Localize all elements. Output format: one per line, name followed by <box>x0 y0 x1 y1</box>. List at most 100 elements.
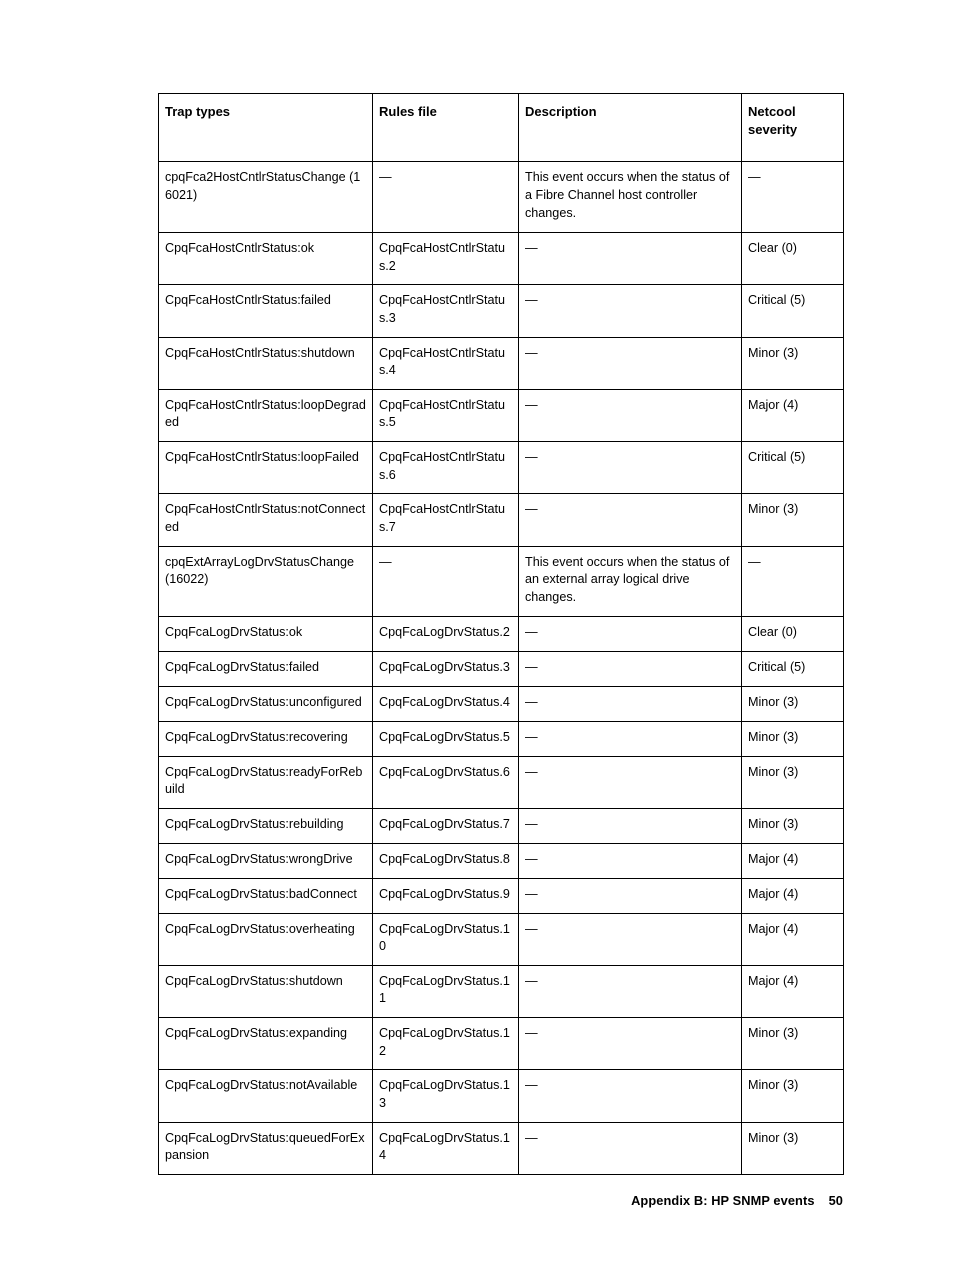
snmp-events-table: Trap types Rules file Description Netcoo… <box>158 92 844 1175</box>
cell-trap-type: CpqFcaLogDrvStatus:queuedForExpansion <box>158 1121 373 1175</box>
cell-trap-type: CpqFcaLogDrvStatus:failed <box>158 651 373 687</box>
cell-description: — <box>518 720 742 757</box>
cell-netcool-severity: Major (4) <box>741 842 844 879</box>
cell-description: — <box>518 877 742 914</box>
table-row: CpqFcaHostCntlrStatus:shutdown CpqFcaHost… <box>158 336 844 390</box>
cell-description: — <box>518 842 742 879</box>
cell-netcool-severity: Minor (3) <box>741 1069 844 1123</box>
table-row: CpqFcaLogDrvStatus:expanding CpqFcaLogDrv… <box>158 1016 844 1071</box>
table-row: cpqExtArrayLogDrvStatusChange (16022) — Th… <box>158 545 844 618</box>
table-row: CpqFcaHostCntlrStatus:loopDegraded CpqFca… <box>158 388 844 443</box>
cell-netcool-severity: Minor (3) <box>741 1016 844 1071</box>
table-row: CpqFcaLogDrvStatus:unconfigured CpqFcaLog… <box>158 685 844 722</box>
column-header-description: Description <box>518 92 742 163</box>
table-row: CpqFcaLogDrvStatus:failed CpqFcaLogDrvSta… <box>158 651 844 687</box>
cell-description: — <box>518 685 742 722</box>
cell-trap-type: CpqFcaLogDrvStatus:expanding <box>158 1016 373 1071</box>
table-header-row: Trap types Rules file Description Netcoo… <box>158 92 844 163</box>
cell-rules-file: CpqFcaLogDrvStatus.3 <box>372 651 519 687</box>
cell-trap-type: CpqFcaLogDrvStatus:readyForRebuild <box>158 755 373 809</box>
table-row: CpqFcaHostCntlrStatus:notConnected CpqFca… <box>158 493 844 547</box>
table-row: CpqFcaLogDrvStatus:recovering CpqFcaLogDr… <box>158 720 844 757</box>
cell-rules-file: CpqFcaHostCntlrStatus.5 <box>372 388 519 443</box>
table-body: cpqFca2HostCntlrStatusChange (16021) — Thi… <box>158 161 844 1175</box>
cell-netcool-severity: Major (4) <box>741 388 844 443</box>
cell-rules-file: CpqFcaHostCntlrStatus.3 <box>372 284 519 338</box>
cell-description: This event occurs when the status of an … <box>518 545 742 618</box>
table-row: CpqFcaLogDrvStatus:wrongDrive CpqFcaLogDr… <box>158 842 844 879</box>
cell-trap-type: CpqFcaHostCntlrStatus:notConnected <box>158 493 373 547</box>
cell-netcool-severity: — <box>741 161 844 233</box>
cell-description: — <box>518 1016 742 1071</box>
cell-trap-type: CpqFcaHostCntlrStatus:ok <box>158 231 373 286</box>
cell-description: — <box>518 440 742 495</box>
cell-description: — <box>518 964 742 1019</box>
cell-rules-file: CpqFcaLogDrvStatus.7 <box>372 807 519 844</box>
page-footer: Appendix B: HP SNMP events 50 <box>631 1193 843 1208</box>
column-header-netcool-severity: Netcool severity <box>741 92 844 163</box>
table-row: CpqFcaHostCntlrStatus:failed CpqFcaHostCn… <box>158 284 844 338</box>
cell-trap-type: CpqFcaLogDrvStatus:ok <box>158 616 373 652</box>
cell-description: — <box>518 1069 742 1123</box>
cell-netcool-severity: Minor (3) <box>741 336 844 390</box>
cell-description: — <box>518 231 742 286</box>
cell-netcool-severity: Major (4) <box>741 877 844 914</box>
cell-netcool-severity: Minor (3) <box>741 493 844 547</box>
cell-rules-file: — <box>372 161 519 233</box>
table-row: cpqFca2HostCntlrStatusChange (16021) — Thi… <box>158 161 844 233</box>
cell-description: — <box>518 651 742 687</box>
cell-netcool-severity: Minor (3) <box>741 807 844 844</box>
table-row: CpqFcaLogDrvStatus:queuedForExpansion Cpq… <box>158 1121 844 1175</box>
cell-trap-type: CpqFcaLogDrvStatus:shutdown <box>158 964 373 1019</box>
table-row: CpqFcaLogDrvStatus:shutdown CpqFcaLogDrvS… <box>158 964 844 1019</box>
cell-netcool-severity: Minor (3) <box>741 755 844 809</box>
cell-netcool-severity: Major (4) <box>741 912 844 966</box>
cell-description: — <box>518 755 742 809</box>
cell-rules-file: CpqFcaLogDrvStatus.13 <box>372 1069 519 1123</box>
footer-page-number: 50 <box>828 1193 843 1208</box>
cell-rules-file: CpqFcaLogDrvStatus.8 <box>372 842 519 879</box>
cell-trap-type: CpqFcaLogDrvStatus:recovering <box>158 720 373 757</box>
table-row: CpqFcaHostCntlrStatus:ok CpqFcaHostCntlrS… <box>158 231 844 286</box>
cell-trap-type: CpqFcaHostCntlrStatus:failed <box>158 284 373 338</box>
cell-rules-file: CpqFcaLogDrvStatus.12 <box>372 1016 519 1071</box>
document-page: Trap types Rules file Description Netcoo… <box>0 0 954 1271</box>
cell-trap-type: CpqFcaLogDrvStatus:notAvailable <box>158 1069 373 1123</box>
cell-trap-type: cpqFca2HostCntlrStatusChange (16021) <box>158 161 373 233</box>
cell-trap-type: CpqFcaLogDrvStatus:unconfigured <box>158 685 373 722</box>
cell-netcool-severity: — <box>741 545 844 618</box>
cell-rules-file: CpqFcaHostCntlrStatus.4 <box>372 336 519 390</box>
cell-rules-file: CpqFcaLogDrvStatus.9 <box>372 877 519 914</box>
cell-description: — <box>518 284 742 338</box>
cell-description: — <box>518 807 742 844</box>
cell-trap-type: CpqFcaLogDrvStatus:overheating <box>158 912 373 966</box>
cell-netcool-severity: Clear (0) <box>741 616 844 652</box>
cell-netcool-severity: Minor (3) <box>741 720 844 757</box>
table-header: Trap types Rules file Description Netcoo… <box>158 92 844 163</box>
cell-trap-type: CpqFcaLogDrvStatus:rebuilding <box>158 807 373 844</box>
cell-netcool-severity: Minor (3) <box>741 1121 844 1175</box>
table-row: CpqFcaLogDrvStatus:rebuilding CpqFcaLogDr… <box>158 807 844 844</box>
table-row: CpqFcaLogDrvStatus:readyForRebuild CpqFca… <box>158 755 844 809</box>
cell-rules-file: CpqFcaLogDrvStatus.4 <box>372 685 519 722</box>
cell-trap-type: CpqFcaHostCntlrStatus:loopFailed <box>158 440 373 495</box>
cell-rules-file: CpqFcaLogDrvStatus.11 <box>372 964 519 1019</box>
cell-trap-type: CpqFcaLogDrvStatus:wrongDrive <box>158 842 373 879</box>
table-row: CpqFcaLogDrvStatus:notAvailable CpqFcaLog… <box>158 1069 844 1123</box>
cell-rules-file: CpqFcaLogDrvStatus.2 <box>372 616 519 652</box>
cell-netcool-severity: Critical (5) <box>741 440 844 495</box>
cell-rules-file: CpqFcaLogDrvStatus.5 <box>372 720 519 757</box>
cell-netcool-severity: Minor (3) <box>741 685 844 722</box>
cell-rules-file: CpqFcaLogDrvStatus.14 <box>372 1121 519 1175</box>
cell-description: — <box>518 336 742 390</box>
footer-appendix-label: Appendix B: HP SNMP events <box>631 1193 815 1208</box>
table-row: CpqFcaLogDrvStatus:badConnect CpqFcaLogDr… <box>158 877 844 914</box>
cell-rules-file: CpqFcaHostCntlrStatus.2 <box>372 231 519 286</box>
column-header-rules-file: Rules file <box>372 92 519 163</box>
cell-trap-type: cpqExtArrayLogDrvStatusChange (16022) <box>158 545 373 618</box>
cell-rules-file: CpqFcaLogDrvStatus.6 <box>372 755 519 809</box>
cell-trap-type: CpqFcaHostCntlrStatus:loopDegraded <box>158 388 373 443</box>
cell-description: — <box>518 493 742 547</box>
cell-description: — <box>518 616 742 652</box>
cell-rules-file: CpqFcaHostCntlrStatus.6 <box>372 440 519 495</box>
